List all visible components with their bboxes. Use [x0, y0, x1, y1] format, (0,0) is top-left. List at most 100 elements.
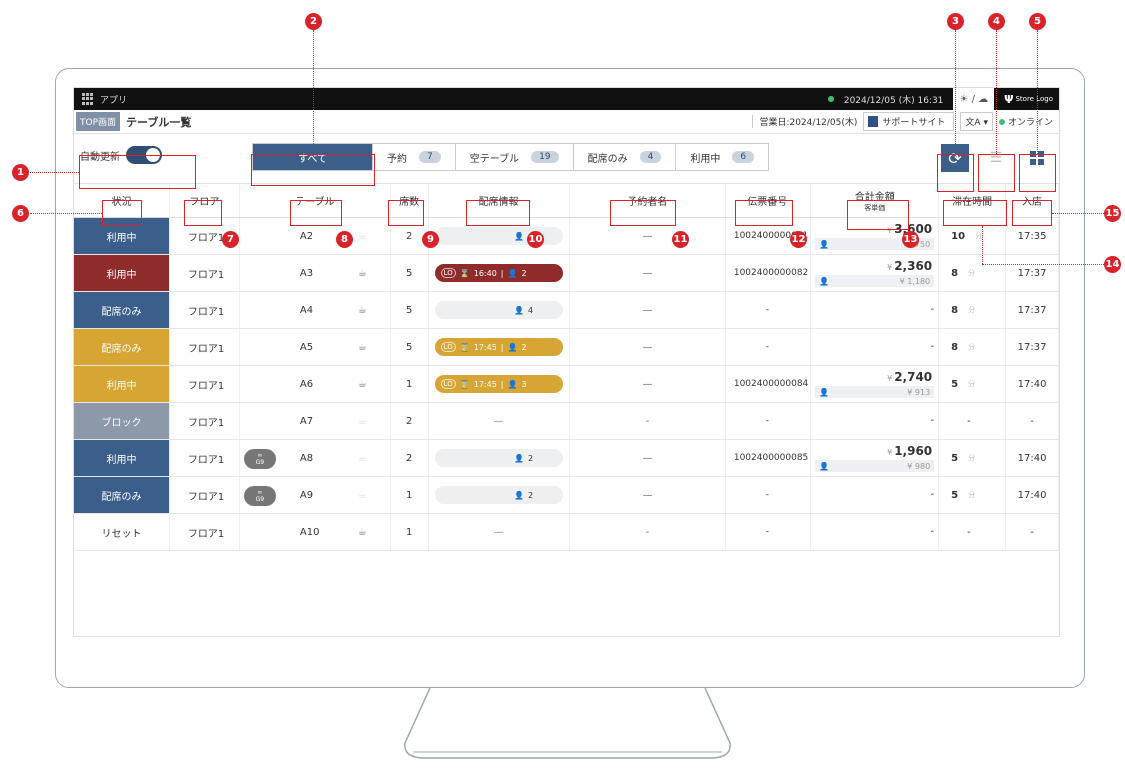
- table-name: A7: [299, 415, 314, 427]
- leader-line-4: [996, 30, 997, 154]
- filter-tab[interactable]: 利用中 6: [676, 144, 768, 170]
- callout-15: 15: [1104, 205, 1121, 222]
- book-icon: [868, 116, 879, 127]
- callout-4: 4: [988, 13, 1005, 30]
- people-count: 2: [528, 453, 534, 463]
- total-cell: -: [811, 292, 940, 328]
- highlight-slip: [735, 200, 793, 226]
- status-cell[interactable]: 配席のみ: [74, 477, 170, 513]
- hourglass-icon: ⌛: [459, 379, 470, 389]
- person-icon: 👤: [507, 268, 518, 278]
- status-cell[interactable]: 利用中: [74, 440, 170, 476]
- stay-cell: 8分: [939, 255, 1007, 291]
- cup-icon: ☕: [357, 415, 367, 427]
- leader-line-15: [1052, 213, 1104, 214]
- minute-unit: 分: [968, 269, 976, 277]
- table-cell: ∞ G9 A8 ☕: [240, 440, 391, 476]
- filter-tab[interactable]: 配席のみ 4: [574, 144, 677, 170]
- table-row[interactable]: 配席のみ フロア1 A5 ☕ 5 LO ⌛ 17:45 | 👤 2— - -8 分 17:37: [74, 329, 1059, 366]
- hourglass-icon: ⌛: [459, 268, 470, 278]
- slip-number: -: [765, 416, 769, 426]
- seating-pill[interactable]: LO ⌛ 17:45 | 👤 2: [434, 338, 563, 356]
- callout-6: 6: [12, 205, 29, 222]
- seating-pill[interactable]: LO ⌛ 17:45 | 👤 3: [434, 375, 563, 393]
- leader-line-6: [30, 213, 102, 214]
- callout-7: 7: [222, 231, 239, 248]
- callout-9: 9: [422, 231, 439, 248]
- support-site-button[interactable]: サポートサイト: [863, 112, 955, 131]
- table-cell: ∞ G9 A9 ☕: [240, 477, 391, 513]
- language-select[interactable]: 文A ▾: [960, 112, 993, 131]
- connection-dot-icon: [827, 96, 834, 102]
- seats-cell: 5: [391, 292, 429, 328]
- person-icon: 👤: [819, 276, 830, 286]
- filter-tab[interactable]: 空テーブル 19: [456, 144, 574, 170]
- table-row[interactable]: 配席のみ フロア1 ∞ G9 A9 ☕ 1 👤 2— - -5 分 17:40: [74, 477, 1059, 514]
- entry-cell: 17:40: [1006, 440, 1059, 476]
- slip-cell: -: [726, 477, 812, 513]
- person-icon: 👤: [514, 231, 525, 241]
- seating-pill[interactable]: 👤 2: [434, 449, 563, 467]
- total-cell: -: [811, 403, 940, 439]
- status-cell[interactable]: 利用中: [74, 366, 170, 402]
- last-order-tag: LO: [440, 379, 456, 389]
- reserver-cell: —: [570, 366, 727, 402]
- seating-cell: 👤4: [429, 292, 570, 328]
- slip-number: -: [765, 490, 769, 500]
- highlight-entry: [1012, 200, 1052, 226]
- highlight-reserver: [610, 200, 676, 226]
- floor-cell: フロア1: [170, 514, 240, 550]
- status-cell[interactable]: 利用中: [74, 255, 170, 291]
- filter-count-badge: 19: [531, 151, 559, 163]
- filter-count-badge: 4: [639, 151, 662, 163]
- table-row[interactable]: 利用中 フロア1 A3 ☕ 5 LO ⌛ 16:40 | 👤 2—1002400000082 ¥2,3…: [74, 255, 1059, 292]
- monitor-stand: [404, 688, 731, 759]
- top-screen-button[interactable]: TOP画面: [76, 112, 121, 131]
- link-icon: ∞: [257, 489, 263, 496]
- highlight-all-filter: [251, 154, 375, 186]
- status-cell[interactable]: 配席のみ: [74, 292, 170, 328]
- reserver-cell: —: [570, 440, 727, 476]
- status-cell[interactable]: リセット: [74, 514, 170, 550]
- seating-pill[interactable]: LO ⌛ 16:40 | 👤 2: [434, 264, 563, 282]
- seating-cell: 👤 2: [429, 477, 570, 513]
- cup-icon: ☕: [357, 304, 367, 316]
- status-cell[interactable]: ブロック: [74, 403, 170, 439]
- seating-pill[interactable]: 👤4: [434, 301, 563, 319]
- total-cell: ¥2,360 👤 ¥ 1,180: [811, 255, 940, 291]
- floor-cell: フロア1: [170, 440, 240, 476]
- table-row[interactable]: 利用中 フロア1 A6 ☕ 1 LO ⌛ 17:45 | 👤 3—1002400000084 ¥2,7…: [74, 366, 1059, 403]
- status-label: 利用中: [106, 269, 137, 281]
- minute-unit: 分: [968, 343, 976, 351]
- table-row[interactable]: リセット フロア1 A10 ☕ 1 — - - - - -: [74, 514, 1059, 551]
- total-empty: -: [930, 304, 935, 315]
- slip-cell: -: [726, 329, 812, 365]
- entry-cell: 17:37: [1006, 255, 1059, 291]
- stay-cell: 8分: [939, 329, 1007, 365]
- stay-cell: 8分: [939, 292, 1007, 328]
- apps-menu[interactable]: アプリ: [82, 93, 127, 106]
- filter-tab[interactable]: 予約 7: [373, 144, 456, 170]
- table-row[interactable]: 配席のみ フロア1 A4 ☕ 5 👤 4— - -8 分 17:37: [74, 292, 1059, 329]
- filter-tab-label: 利用中: [690, 153, 721, 165]
- entry-cell: -: [1006, 403, 1059, 439]
- slip-cell: -: [726, 403, 812, 439]
- seating-pill[interactable]: 👤 2: [434, 486, 563, 504]
- stay-minutes: -: [967, 415, 971, 427]
- slip-number: 1002400000082: [733, 268, 809, 278]
- group-label: G9: [255, 496, 265, 503]
- total-empty: -: [930, 341, 935, 352]
- table-row[interactable]: ブロック フロア1 A7 ☕ 2 — - - - - -: [74, 403, 1059, 440]
- leader-line-1: [30, 172, 79, 173]
- filter-count-badge: 6: [732, 151, 755, 163]
- table-cell: A5 ☕: [240, 329, 391, 365]
- floor-cell: フロア1: [170, 255, 240, 291]
- reserver-cell: —: [570, 329, 727, 365]
- floor-cell: フロア1: [170, 366, 240, 402]
- stay-cell: 5分: [939, 366, 1007, 402]
- cup-icon: ☕: [357, 230, 367, 242]
- total-cell: ¥2,740 👤 ¥ 913: [811, 366, 940, 402]
- status-cell[interactable]: 配席のみ: [74, 329, 170, 365]
- person-icon: 👤: [819, 461, 830, 471]
- table-row[interactable]: 利用中 フロア1 ∞ G9 A8 ☕ 2 👤 2—1002400000085 ¥1,960 👤 ¥ 9…: [74, 440, 1059, 477]
